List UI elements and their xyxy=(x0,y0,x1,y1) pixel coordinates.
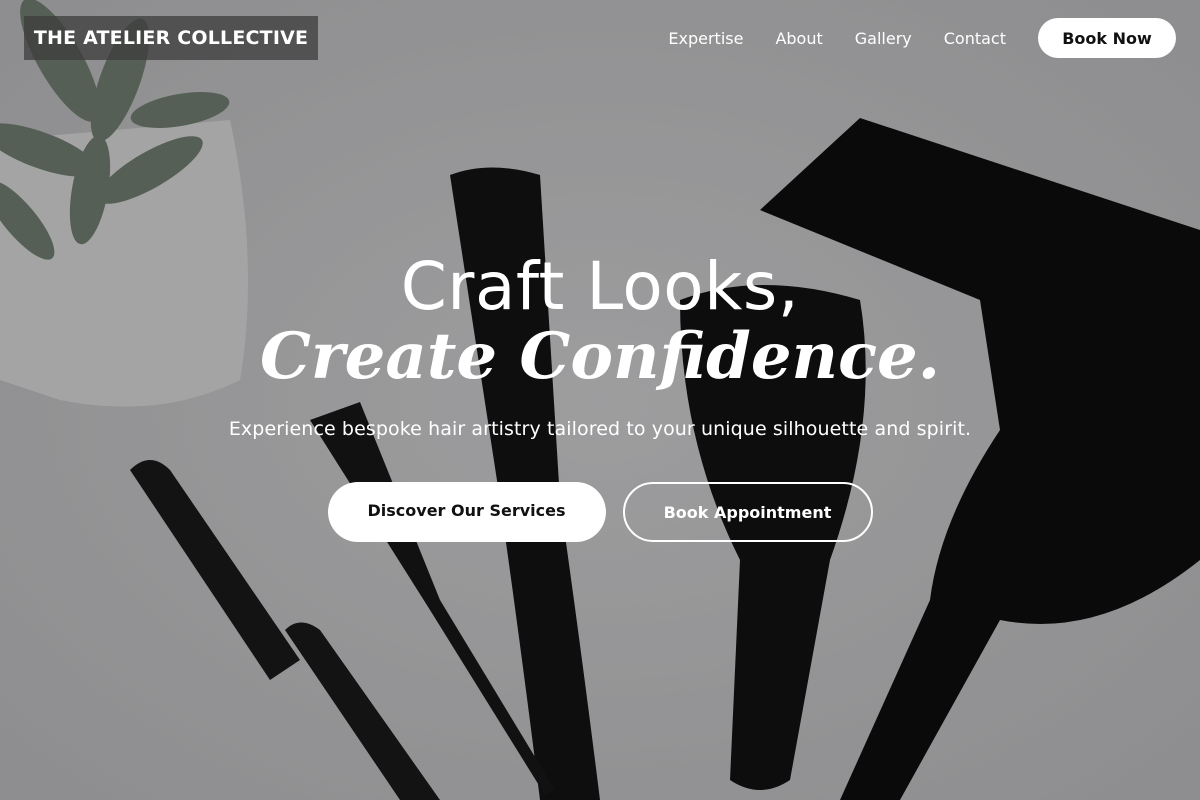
hero-section: Craft Looks, Create Confidence. Experien… xyxy=(0,248,1200,542)
book-appointment-button[interactable]: Book Appointment xyxy=(622,482,873,542)
nav-link-contact[interactable]: Contact xyxy=(944,29,1006,48)
main-nav: Expertise About Gallery Contact Book Now xyxy=(668,18,1176,58)
hero-headline-line1: Craft Looks, xyxy=(400,248,800,325)
hero-cta-row: Discover Our Services Book Appointment xyxy=(0,482,1200,542)
discover-services-button[interactable]: Discover Our Services xyxy=(327,482,606,542)
nav-link-expertise[interactable]: Expertise xyxy=(668,29,743,48)
brand-logo[interactable]: THE ATELIER COLLECTIVE xyxy=(24,16,318,60)
hero-headline-line2: Create Confidence. xyxy=(259,319,941,394)
nav-link-about[interactable]: About xyxy=(775,29,822,48)
book-now-button[interactable]: Book Now xyxy=(1038,18,1176,58)
hero-subtitle: Experience bespoke hair artistry tailore… xyxy=(228,418,972,440)
nav-link-gallery[interactable]: Gallery xyxy=(855,29,912,48)
